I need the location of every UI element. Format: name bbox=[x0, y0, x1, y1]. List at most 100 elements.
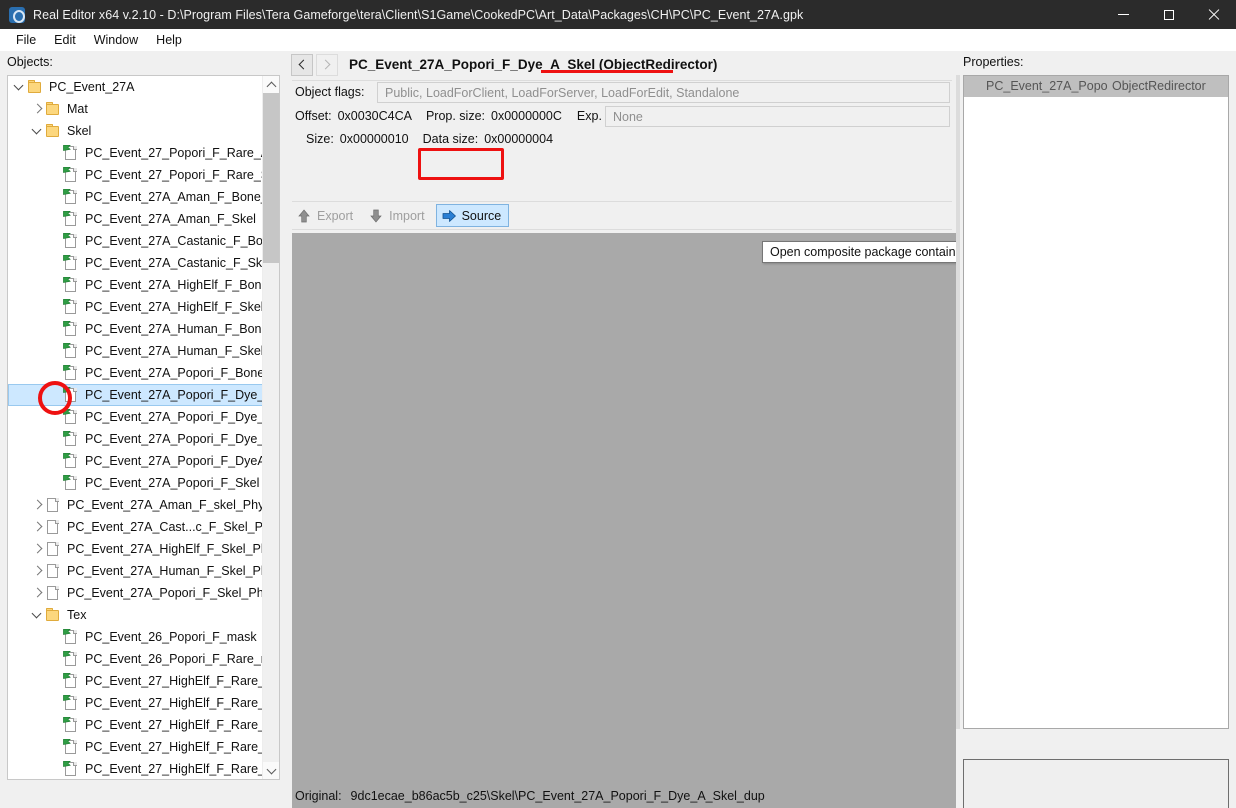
exp-flags-field[interactable]: None bbox=[605, 106, 950, 127]
tree-item[interactable]: PC_Event_27A_Human_F_Bone_Skel bbox=[8, 318, 264, 340]
tree-item[interactable]: Mat bbox=[8, 98, 264, 120]
objects-tree[interactable]: PC_Event_27A Mat Skel PC_Event_27_Popori_F_… bbox=[7, 75, 280, 780]
app-logo-icon bbox=[9, 6, 25, 23]
page-icon bbox=[45, 519, 62, 535]
close-button[interactable] bbox=[1191, 0, 1236, 29]
page-icon bbox=[45, 585, 62, 601]
export-button[interactable]: Export bbox=[292, 204, 360, 227]
folder-icon bbox=[27, 79, 44, 95]
properties-label: Properties: bbox=[963, 55, 1024, 69]
tree-scrollbar[interactable] bbox=[262, 76, 279, 779]
tree-item[interactable]: PC_Event_27_Popori_F_Rare_A_Skel bbox=[8, 142, 264, 164]
properties-scroll-strip[interactable] bbox=[956, 75, 960, 729]
minimize-button[interactable] bbox=[1101, 0, 1146, 29]
tree-item[interactable]: PC_Event_27A_Popori_F_DyeA_Skel bbox=[8, 450, 264, 472]
data-size-value: 0x00000004 bbox=[484, 132, 554, 146]
chevron-down-icon[interactable] bbox=[30, 123, 45, 139]
chevron-down-icon[interactable] bbox=[12, 79, 27, 95]
tree-item-label: PC_Event_27A_Human_F_Skel_Physics bbox=[67, 564, 264, 578]
object-preview-area bbox=[292, 233, 956, 808]
object-name: PC_Event_27A_Popori_F_Dye_A_Skel bbox=[349, 57, 596, 72]
source-button[interactable]: Source bbox=[435, 204, 510, 227]
chevron-right-icon[interactable] bbox=[30, 101, 45, 117]
tree-item-label: PC_Event_27A_Aman_F_Bone_Skel bbox=[85, 190, 264, 204]
maximize-button[interactable] bbox=[1146, 0, 1191, 29]
chevron-right-icon bbox=[320, 59, 331, 70]
tree-item[interactable]: PC_Event_27A_Popori_F_Dye_B_Skel bbox=[8, 406, 264, 428]
properties-column-class[interactable]: ObjectRedirector bbox=[1112, 79, 1228, 93]
tree-item-label: PC_Event_27A bbox=[49, 80, 135, 94]
tree-item[interactable]: PC_Event_27A_Aman_F_Skel bbox=[8, 208, 264, 230]
tree-item[interactable]: PC_Event_27_HighElf_F_Rare_B_diff bbox=[8, 736, 264, 758]
tree-item[interactable]: PC_Event_27A_Popori_F_Bone_Skel bbox=[8, 362, 264, 384]
nav-back-button[interactable] bbox=[291, 53, 313, 76]
tree-item[interactable]: PC_Event_27A_HighElf_F_Bone_Skel bbox=[8, 274, 264, 296]
menu-item-window[interactable]: Window bbox=[85, 31, 147, 49]
application-window: Real Editor x64 v.2.10 - D:\Program File… bbox=[0, 0, 1236, 808]
scroll-up-button[interactable] bbox=[263, 76, 279, 93]
chevron-right-icon[interactable] bbox=[30, 519, 45, 535]
tree-item-label: Mat bbox=[67, 102, 88, 116]
tree-item[interactable]: PC_Event_27A_Castanic_F_Bone_Skel bbox=[8, 230, 264, 252]
tree-item[interactable]: Skel bbox=[8, 120, 264, 142]
tree-item[interactable]: PC_Event_27A_Castanic_F_Skel bbox=[8, 252, 264, 274]
scroll-down-button[interactable] bbox=[263, 762, 279, 779]
tree-item-label: PC_Event_27A_Castanic_F_Bone_Skel bbox=[85, 234, 264, 248]
tree-item[interactable]: PC_Event_27A_Cast...c_F_Skel_Physics bbox=[8, 516, 264, 538]
source-label: Source bbox=[461, 208, 502, 223]
tree-item[interactable]: PC_Event_26_Popori_F_Rare_mask bbox=[8, 648, 264, 670]
tree-item[interactable]: PC_Event_27_HighElf_F_Rare_A_diff bbox=[8, 670, 264, 692]
tree-item[interactable]: PC_Event_27A_Aman_F_Bone_Skel bbox=[8, 186, 264, 208]
chevron-right-icon[interactable] bbox=[30, 497, 45, 513]
scrollbar-thumb[interactable] bbox=[263, 93, 279, 263]
tree-item[interactable]: PC_Event_26_Popori_F_mask bbox=[8, 626, 264, 648]
properties-grid[interactable]: PC_Event_27A_Popo ObjectRedirector bbox=[963, 75, 1229, 729]
page-icon bbox=[45, 563, 62, 579]
chevron-right-icon[interactable] bbox=[30, 541, 45, 557]
menu-item-file[interactable]: File bbox=[7, 31, 45, 49]
folder-icon bbox=[45, 607, 62, 623]
tree-item[interactable]: PC_Event_27A_Human_F_Skel_Physics bbox=[8, 560, 264, 582]
menu-item-edit[interactable]: Edit bbox=[45, 31, 85, 49]
tree-item[interactable]: PC_Event_27A bbox=[8, 76, 264, 98]
tree-item[interactable]: PC_Event_27_HighElf_F_Rare_B_norm bbox=[8, 758, 264, 779]
nav-forward-button[interactable] bbox=[316, 53, 338, 76]
tree-item[interactable]: PC_Event_27A_Human_F_Skel bbox=[8, 340, 264, 362]
page-green-icon bbox=[63, 474, 80, 491]
chevron-right-icon[interactable] bbox=[30, 585, 45, 601]
page-green-icon bbox=[63, 144, 80, 161]
object-flags-field[interactable]: Public, LoadForClient, LoadForServer, Lo… bbox=[377, 82, 950, 103]
page-green-icon bbox=[63, 430, 80, 447]
tree-item-label: PC_Event_27A_Popori_F_Dye_A_Skel bbox=[85, 388, 264, 402]
tree-item[interactable]: PC_Event_27A_Popori_F_Dye_C_Skel bbox=[8, 428, 264, 450]
tree-item-label: PC_Event_27_Popori_F_Rare_A_Skel bbox=[85, 146, 264, 160]
chevron-right-icon[interactable] bbox=[30, 563, 45, 579]
tree-item[interactable]: PC_Event_27A_Popori_F_Skel_Physics bbox=[8, 582, 264, 604]
menu-item-help[interactable]: Help bbox=[147, 31, 191, 49]
tree-item-label: PC_Event_27A_HighElf_F_Bone_Skel bbox=[85, 278, 264, 292]
object-flags-row: Object flags: bbox=[295, 85, 364, 99]
tree-item[interactable]: PC_Event_27_HighElf_F_Rare_A_spec bbox=[8, 714, 264, 736]
import-button[interactable]: Import bbox=[364, 204, 431, 227]
properties-column-name[interactable]: PC_Event_27A_Popo bbox=[964, 79, 1112, 93]
chevron-up-icon bbox=[266, 81, 276, 91]
tree-item[interactable]: PC_Event_27A_HighElf_F_Skel_Physics bbox=[8, 538, 264, 560]
tree-item[interactable]: PC_Event_27A_HighElf_F_Skel bbox=[8, 296, 264, 318]
tree-item[interactable]: PC_Event_27A_Aman_F_skel_Physics bbox=[8, 494, 264, 516]
chevron-down-icon[interactable] bbox=[30, 607, 45, 623]
offset-row: Offset: 0x0030C4CA Prop. size: 0x0000000… bbox=[295, 109, 635, 123]
tree-item[interactable]: PC_Event_27A_Popori_F_Skel bbox=[8, 472, 264, 494]
page-green-icon bbox=[63, 276, 80, 293]
page-green-icon bbox=[63, 166, 80, 183]
tree-item[interactable]: PC_Event_27_HighElf_F_Rare_A_norm bbox=[8, 692, 264, 714]
tree-item-selected[interactable]: PC_Event_27A_Popori_F_Dye_A_Skel bbox=[8, 384, 264, 406]
tree-item[interactable]: Tex bbox=[8, 604, 264, 626]
tree-item[interactable]: PC_Event_27_Popori_F_Rare_Skel bbox=[8, 164, 264, 186]
